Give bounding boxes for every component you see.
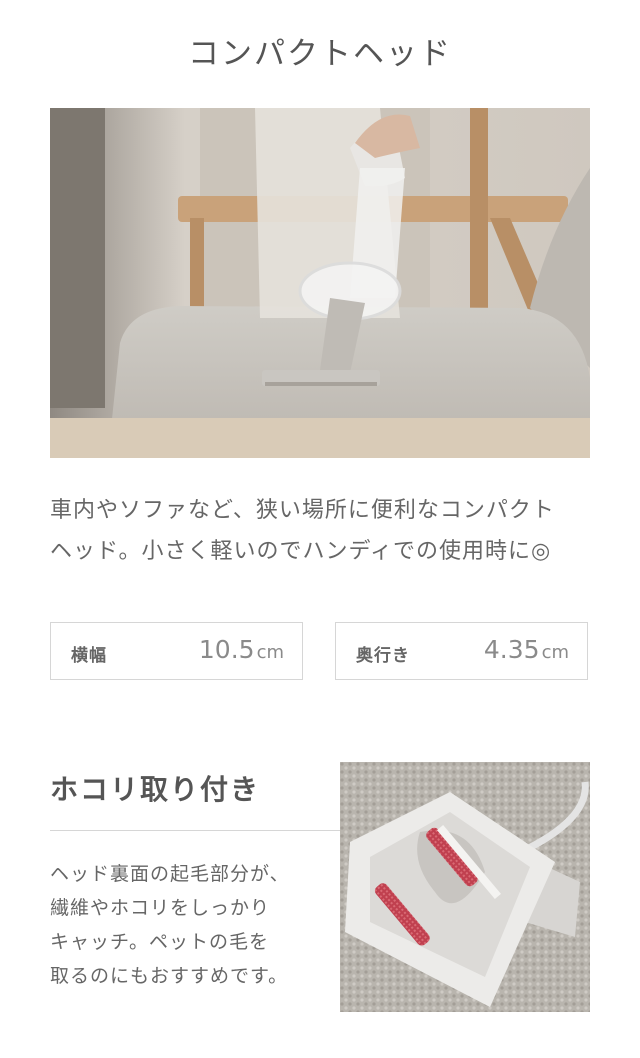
feature-description-line: 取るのにもおすすめです。 bbox=[50, 965, 289, 987]
feature-description-line: キャッチ。ペットの毛を bbox=[50, 931, 270, 953]
feature-description-line: 繊維やホコリをしっかり bbox=[50, 897, 271, 919]
spec-depth-value: 4.35 cm bbox=[484, 635, 569, 664]
feature-title: ホコリ取り付き bbox=[50, 773, 261, 806]
spec-width-number: 10.5 bbox=[198, 635, 255, 664]
brush-head-photo bbox=[340, 762, 590, 1012]
feature-description-line: ヘッド裏面の起毛部分が、 bbox=[50, 863, 290, 885]
spec-width-value: 10.5 cm bbox=[199, 635, 284, 664]
page-title: コンパクトヘッド bbox=[188, 36, 452, 72]
spec-depth-number: 4.35 bbox=[483, 635, 540, 664]
description-text: 車内やソファなど、狭い場所に便利なコンパクト ヘッド。小さく軽いのでハンディでの… bbox=[50, 490, 595, 572]
spec-depth-unit: cm bbox=[541, 642, 569, 663]
feature-description: ヘッド裏面の起毛部分が、 繊維やホコリをしっかり キャッチ。ペットの毛を 取るの… bbox=[50, 857, 340, 993]
divider bbox=[50, 830, 340, 831]
spec-width-unit: cm bbox=[256, 642, 284, 663]
vacuum-on-sofa-image bbox=[50, 108, 590, 458]
spec-width: 横幅 10.5 cm bbox=[50, 622, 303, 680]
spec-depth: 奥行き 4.35 cm bbox=[335, 622, 588, 680]
spec-width-label: 横幅 bbox=[71, 646, 107, 666]
spec-depth-label: 奥行き bbox=[356, 646, 410, 666]
brush-head-image bbox=[340, 762, 590, 1012]
description-line: ヘッド。小さく軽いのでハンディでの使用時に◎ bbox=[50, 539, 552, 564]
product-photo-sofa bbox=[50, 108, 590, 458]
description-line: 車内やソファなど、狭い場所に便利なコンパクト bbox=[50, 498, 555, 523]
